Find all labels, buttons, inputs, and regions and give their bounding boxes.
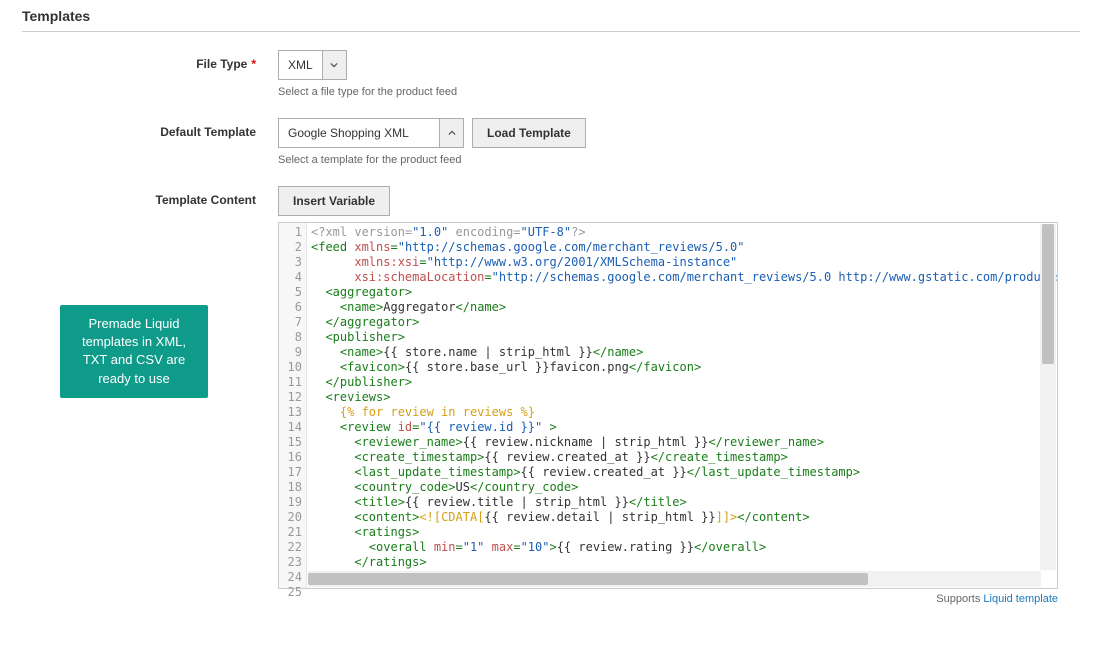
supports-prefix: Supports: [936, 593, 983, 605]
file-type-select[interactable]: XML: [278, 50, 347, 80]
section-title: Templates: [22, 8, 1080, 32]
file-type-label-text: File Type: [196, 57, 247, 71]
required-asterisk: *: [251, 57, 256, 71]
chevron-up-icon: [439, 119, 463, 147]
default-template-hint: Select a template for the product feed: [278, 154, 1080, 166]
vertical-scrollbar[interactable]: [1040, 224, 1056, 570]
horizontal-scrollbar[interactable]: [308, 571, 1041, 587]
code-editor[interactable]: 1234567891011121314151617181920212223242…: [278, 222, 1058, 589]
code-area[interactable]: <?xml version="1.0" encoding="UTF-8"?><f…: [307, 223, 1057, 588]
info-callout: Premade Liquid templates in XML, TXT and…: [60, 305, 208, 398]
default-template-row: Default Template Google Shopping XML Loa…: [22, 118, 1080, 166]
template-content-label: Template Content: [22, 186, 278, 207]
vertical-scroll-thumb[interactable]: [1042, 224, 1054, 364]
supports-note: Supports Liquid template: [278, 593, 1058, 605]
insert-variable-button[interactable]: Insert Variable: [278, 186, 390, 216]
load-template-button[interactable]: Load Template: [472, 118, 586, 148]
default-template-select[interactable]: Google Shopping XML: [278, 118, 464, 148]
file-type-hint: Select a file type for the product feed: [278, 86, 1080, 98]
file-type-row: File Type * XML Select a file type for th…: [22, 50, 1080, 98]
liquid-template-link[interactable]: Liquid template: [983, 593, 1058, 605]
horizontal-scroll-thumb[interactable]: [308, 573, 868, 585]
default-template-label: Default Template: [22, 118, 278, 139]
default-template-value: Google Shopping XML: [279, 119, 439, 147]
chevron-down-icon: [322, 51, 346, 79]
line-number-gutter: 1234567891011121314151617181920212223242…: [279, 223, 307, 588]
file-type-label: File Type *: [22, 50, 278, 71]
file-type-value: XML: [279, 51, 322, 79]
